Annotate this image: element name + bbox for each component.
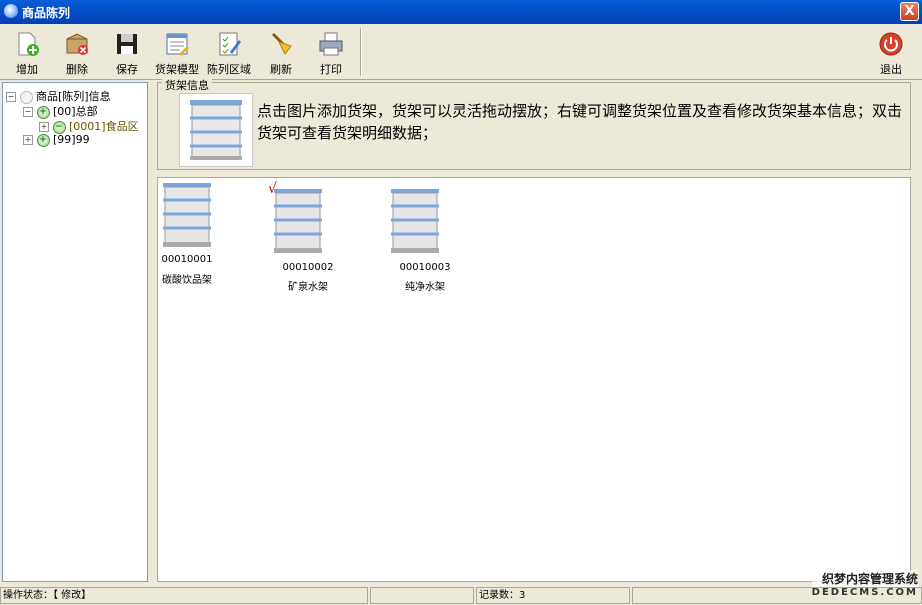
title-bar: 商品陈列 X — [0, 0, 922, 24]
tree-node-label: [99]99 — [53, 133, 90, 146]
watermark-line1: 织梦内容管理系统 — [811, 570, 918, 587]
checklist-icon — [219, 32, 241, 56]
tree-node-hq[interactable]: − + [00]总部 — [23, 103, 98, 119]
shelf-icon — [190, 100, 242, 160]
node-plus-icon: + — [36, 133, 50, 147]
window-title: 商品陈列 — [22, 6, 71, 20]
refresh-button[interactable]: 刷新 — [258, 30, 304, 76]
expand-toggle[interactable]: + — [23, 135, 33, 145]
tree-node-label: [0001]食品区 — [69, 120, 139, 133]
operation-status: 操作状态：【 修改】 — [0, 587, 368, 604]
shelf-code: 00010001 — [161, 254, 213, 265]
power-icon — [879, 32, 903, 56]
display-area-label: 陈列区域 — [207, 63, 251, 76]
toolbar-separator — [360, 28, 362, 76]
printer-icon — [319, 32, 343, 56]
refresh-label: 刷新 — [270, 63, 292, 76]
print-button[interactable]: 打印 — [308, 30, 354, 76]
delete-box-icon — [66, 33, 88, 55]
shelf-icon — [274, 189, 322, 253]
save-label: 保存 — [116, 63, 138, 76]
node-plus-icon: + — [36, 105, 50, 119]
print-label: 打印 — [320, 63, 342, 76]
shelf-info-text: 点击图片添加货架，货架可以灵活拖动摆放；右键可调整货架位置及查看修改货架基本信息… — [257, 102, 903, 142]
tree-root[interactable]: − 商品[陈列]信息 — [6, 88, 111, 104]
watermark-line2: DEDECMS.COM — [811, 587, 918, 598]
shelf-name: 纯净水架 — [405, 282, 445, 293]
exit-label: 退出 — [880, 63, 902, 76]
expand-toggle[interactable]: + — [39, 122, 49, 132]
shelf-model-icon — [166, 33, 189, 56]
close-button[interactable]: X — [900, 2, 919, 21]
root-node-icon — [19, 90, 33, 104]
shelf-model-label: 货架模型 — [155, 63, 199, 76]
save-button[interactable]: 保存 — [104, 30, 150, 76]
shelf-item[interactable]: 00010003 纯净水架 — [387, 186, 463, 293]
collapse-toggle[interactable]: − — [23, 107, 33, 117]
exit-button[interactable]: 退出 — [868, 30, 914, 76]
tree-root-label: 商品[陈列]信息 — [36, 90, 111, 103]
shelf-name: 碳酸饮品架 — [162, 275, 212, 286]
shelf-item[interactable]: 00010001 碳酸饮品架 — [159, 180, 235, 286]
watermark: 织梦内容管理系统 DEDECMS.COM — [811, 570, 918, 598]
tree-node-label: [00]总部 — [53, 105, 98, 118]
add-shelf-image[interactable] — [179, 93, 253, 167]
status-bar: 操作状态：【 修改】 记录数：3 — [0, 586, 922, 605]
shelf-info-legend: 货架信息 — [162, 77, 212, 93]
add-document-icon — [18, 32, 39, 56]
broom-icon — [271, 32, 292, 55]
add-label: 增加 — [16, 63, 38, 76]
shelf-icon — [163, 183, 211, 247]
shelf-icon — [391, 189, 439, 253]
delete-label: 删除 — [66, 63, 88, 76]
toolbar: 增加 删除 保存 货架模型 陈列区域 刷新 打印 退出 — [0, 24, 922, 80]
shelf-name: 矿泉水架 — [288, 282, 328, 293]
tree-node-99[interactable]: + + [99]99 — [23, 133, 90, 147]
record-count: 记录数：3 — [476, 587, 630, 604]
status-cell-empty — [370, 587, 474, 604]
collapse-toggle[interactable]: − — [6, 92, 16, 102]
shelf-item-selected[interactable]: 00010002 矿泉水架 — [270, 186, 346, 293]
tree-node-food-area[interactable]: + − [0001]食品区 — [39, 118, 139, 134]
floppy-disk-icon — [117, 34, 137, 54]
node-minus-icon: − — [52, 120, 66, 134]
display-area-button[interactable]: 陈列区域 — [206, 30, 252, 76]
shelf-model-button[interactable]: 货架模型 — [154, 30, 200, 76]
delete-button[interactable]: 删除 — [54, 30, 100, 76]
app-icon — [4, 4, 18, 18]
shelf-code: 00010003 — [399, 262, 451, 273]
add-button[interactable]: 增加 — [4, 30, 50, 76]
category-tree[interactable]: − 商品[陈列]信息 − + [00]总部 + − [0001]食品区 + + … — [2, 82, 148, 582]
shelf-code: 00010002 — [282, 262, 334, 273]
